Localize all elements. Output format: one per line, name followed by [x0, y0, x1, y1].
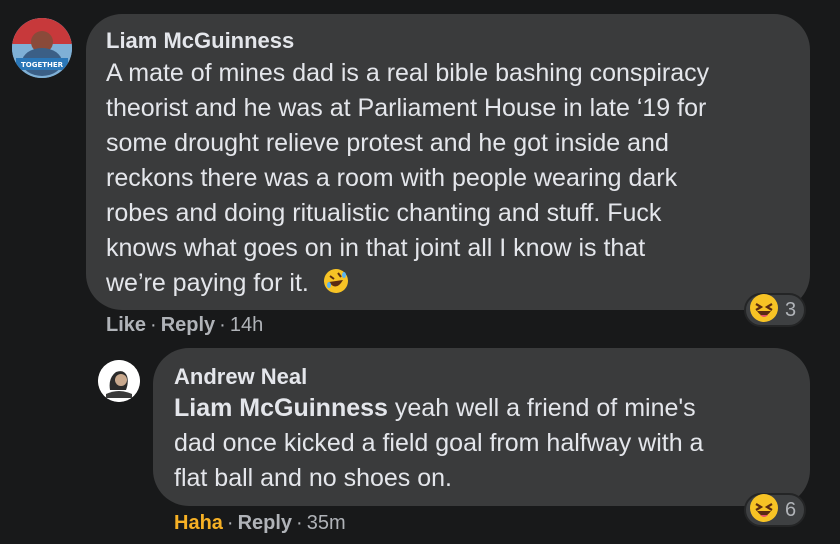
- reaction-summary[interactable]: 3: [744, 293, 807, 328]
- reaction-count: 3: [785, 298, 797, 321]
- comment-text: A mate of mines dad is a real bible bash…: [106, 56, 790, 305]
- mention-link[interactable]: Liam McGuinness: [174, 394, 388, 422]
- reaction-count: 6: [785, 498, 797, 521]
- comment-line-last: we’re paying for it.: [106, 266, 790, 305]
- comment-bubble: Liam McGuinness A mate of mines dad is a…: [86, 14, 810, 310]
- comment-line: some drought relieve protest and he got …: [106, 129, 669, 157]
- haha-button[interactable]: Haha: [174, 512, 223, 534]
- reply-line-text: yeah well a friend of mine's: [394, 394, 696, 422]
- reply-bubble: Andrew Neal Liam McGuinness yeah well a …: [153, 348, 810, 506]
- timestamp[interactable]: 35m: [307, 512, 346, 534]
- reply-text: Liam McGuinness yeah well a friend of mi…: [174, 391, 789, 496]
- comment-line: reckons there was a room with people wea…: [106, 164, 678, 192]
- separator-dot: ·: [219, 314, 226, 336]
- comment-line: A mate of mines dad is a real bible bash…: [106, 59, 710, 87]
- laughing-emoji-icon: [749, 493, 779, 528]
- comment-line: robes and doing ritualistic chanting and…: [106, 199, 662, 227]
- reply-button[interactable]: Reply: [238, 512, 292, 534]
- rofl-emoji-icon: [322, 267, 350, 305]
- reply-line: dad once kicked a field goal from halfwa…: [174, 429, 704, 457]
- reply-button[interactable]: Reply: [161, 314, 215, 336]
- comment-line: we’re paying for it.: [106, 269, 309, 297]
- comment-author[interactable]: Liam McGuinness: [106, 28, 790, 54]
- comment-actions: Like · Reply · 14h: [106, 313, 263, 337]
- separator-dot: ·: [150, 314, 157, 336]
- reply-line: flat ball and no shoes on.: [174, 464, 452, 492]
- reply-author[interactable]: Andrew Neal: [174, 364, 789, 390]
- avatar-andrew[interactable]: [98, 360, 140, 402]
- avatar-image: [98, 360, 140, 402]
- like-button[interactable]: Like: [106, 314, 146, 336]
- avatar-image: TOGETHER: [12, 18, 72, 78]
- laughing-emoji-icon: [749, 293, 779, 328]
- reply-line: Liam McGuinness yeah well a friend of mi…: [174, 391, 789, 426]
- avatar-badge-text: TOGETHER: [21, 61, 64, 69]
- reaction-summary[interactable]: 6: [744, 493, 807, 528]
- reply-actions: Haha · Reply · 35m: [174, 511, 346, 535]
- separator-dot: ·: [226, 512, 234, 534]
- avatar-liam[interactable]: TOGETHER: [12, 18, 72, 78]
- timestamp[interactable]: 14h: [230, 314, 263, 336]
- comment-line: theorist and he was at Parliament House …: [106, 94, 707, 122]
- comment-line: knows what goes on in that joint all I k…: [106, 234, 646, 262]
- separator-dot: ·: [296, 512, 303, 534]
